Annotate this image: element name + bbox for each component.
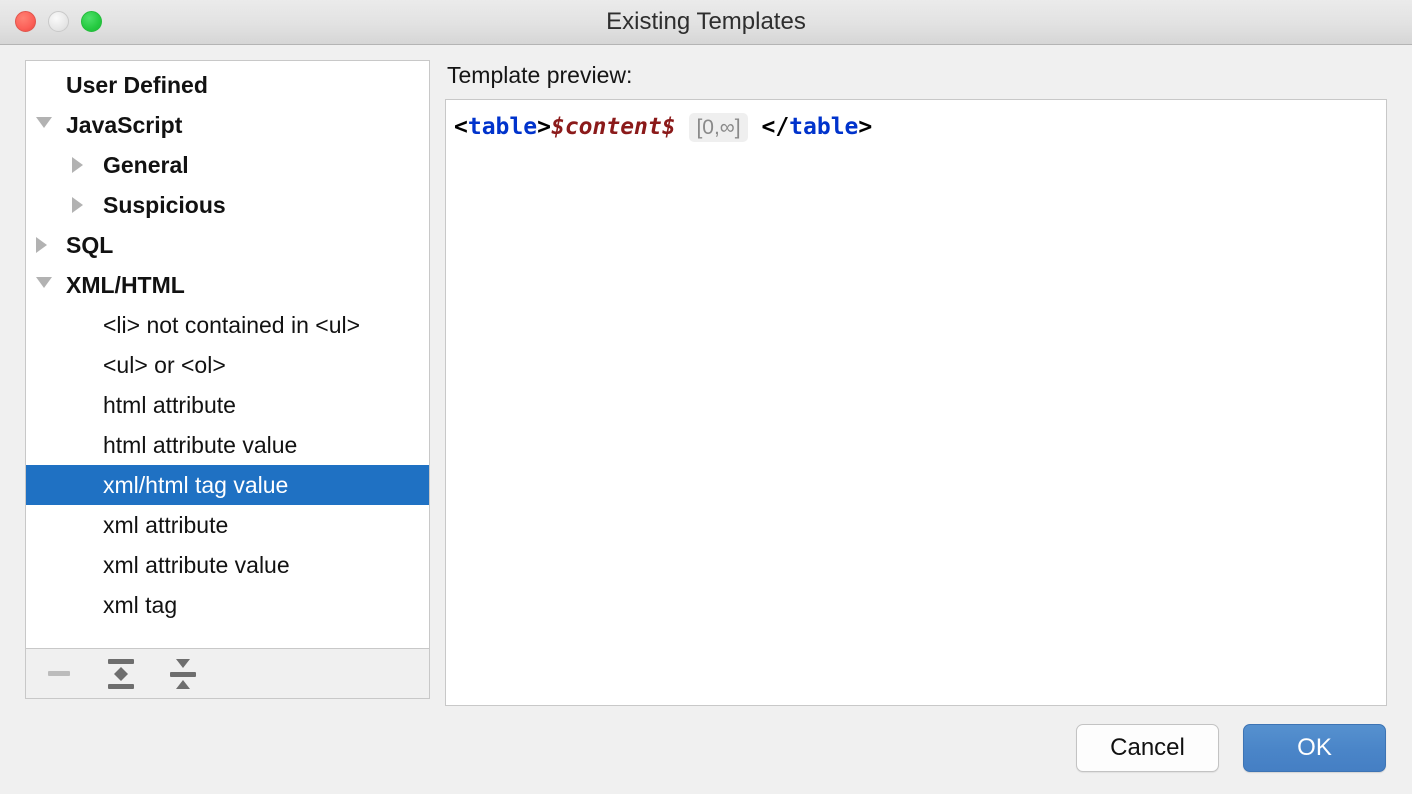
tree-row[interactable]: SQL <box>26 225 429 265</box>
chevron-right-icon[interactable] <box>72 157 83 173</box>
tree-row[interactable]: <ul> or <ol> <box>26 345 429 385</box>
tree-row-label: JavaScript <box>66 112 182 139</box>
dialog-footer: Cancel OK <box>1076 724 1386 772</box>
expand-all-button[interactable] <box>102 655 140 693</box>
templates-panel: User Defined JavaScript General Suspicious S… <box>25 60 430 748</box>
tree-toolbar <box>25 648 430 699</box>
preview-box[interactable]: <table>$content$ [0,∞] </table> <box>445 99 1387 706</box>
preview-panel: Template preview: <table>$content$ [0,∞]… <box>445 60 1387 748</box>
code-close-angle-end: > <box>858 114 872 140</box>
tree-row[interactable]: xml attribute value <box>26 545 429 585</box>
collapse-all-icon <box>170 659 196 689</box>
remove-template-button[interactable] <box>40 655 78 693</box>
tree-row-label: xml/html tag value <box>103 472 288 499</box>
preview-label: Template preview: <box>447 60 1387 90</box>
tree-row-label: Suspicious <box>103 192 226 219</box>
tree-row[interactable]: JavaScript <box>26 105 429 145</box>
tree-row-label: SQL <box>66 232 113 259</box>
collapse-all-button[interactable] <box>164 655 202 693</box>
templates-tree[interactable]: User Defined JavaScript General Suspicious S… <box>25 60 430 649</box>
chevron-down-icon[interactable] <box>36 277 52 288</box>
code-open-angle-close: > <box>537 114 551 140</box>
tree-row[interactable]: User Defined <box>26 65 429 105</box>
expand-all-icon <box>108 659 134 689</box>
minus-icon <box>48 671 70 676</box>
tree-row-label: html attribute <box>103 392 236 419</box>
title-bar: Existing Templates <box>0 0 1412 45</box>
tree-row[interactable]: xml tag <box>26 585 429 625</box>
tree-row-label: <ul> or <ol> <box>103 352 226 379</box>
code-open-tag-name: table <box>468 114 537 140</box>
tree-row[interactable]: XML/HTML <box>26 265 429 305</box>
tree-row[interactable]: <li> not contained in <ul> <box>26 305 429 345</box>
chevron-down-icon[interactable] <box>36 117 52 128</box>
tree-row-label: xml tag <box>103 592 177 619</box>
code-variable: $content$ <box>551 114 676 140</box>
chevron-right-icon[interactable] <box>36 237 47 253</box>
tree-row[interactable]: Suspicious <box>26 185 429 225</box>
tree-row[interactable]: xml/html tag value <box>26 465 429 505</box>
code-close-tag-name: table <box>789 114 858 140</box>
tree-row-label: General <box>103 152 189 179</box>
window-title: Existing Templates <box>0 0 1412 44</box>
ok-button[interactable]: OK <box>1243 724 1386 772</box>
tree-row[interactable]: General <box>26 145 429 185</box>
chevron-right-icon[interactable] <box>72 197 83 213</box>
tree-row-label: User Defined <box>66 72 208 99</box>
tree-row-label: xml attribute value <box>103 552 290 579</box>
cancel-button[interactable]: Cancel <box>1076 724 1219 772</box>
tree-row[interactable]: html attribute <box>26 385 429 425</box>
dialog-content: User Defined JavaScript General Suspicious S… <box>0 45 1412 794</box>
tree-row-label: XML/HTML <box>66 272 185 299</box>
tree-row-label: html attribute value <box>103 432 297 459</box>
tree-row-label: <li> not contained in <ul> <box>103 312 360 339</box>
tree-row[interactable]: html attribute value <box>26 425 429 465</box>
code-count-badge: [0,∞] <box>689 113 747 142</box>
tree-row[interactable]: xml attribute <box>26 505 429 545</box>
tree-row-label: xml attribute <box>103 512 228 539</box>
code-close-angle: </ <box>761 114 789 140</box>
code-open-angle: < <box>454 114 468 140</box>
template-code-line: <table>$content$ [0,∞] </table> <box>454 110 1378 145</box>
existing-templates-dialog: Existing Templates User Defined JavaScrip… <box>0 0 1412 794</box>
